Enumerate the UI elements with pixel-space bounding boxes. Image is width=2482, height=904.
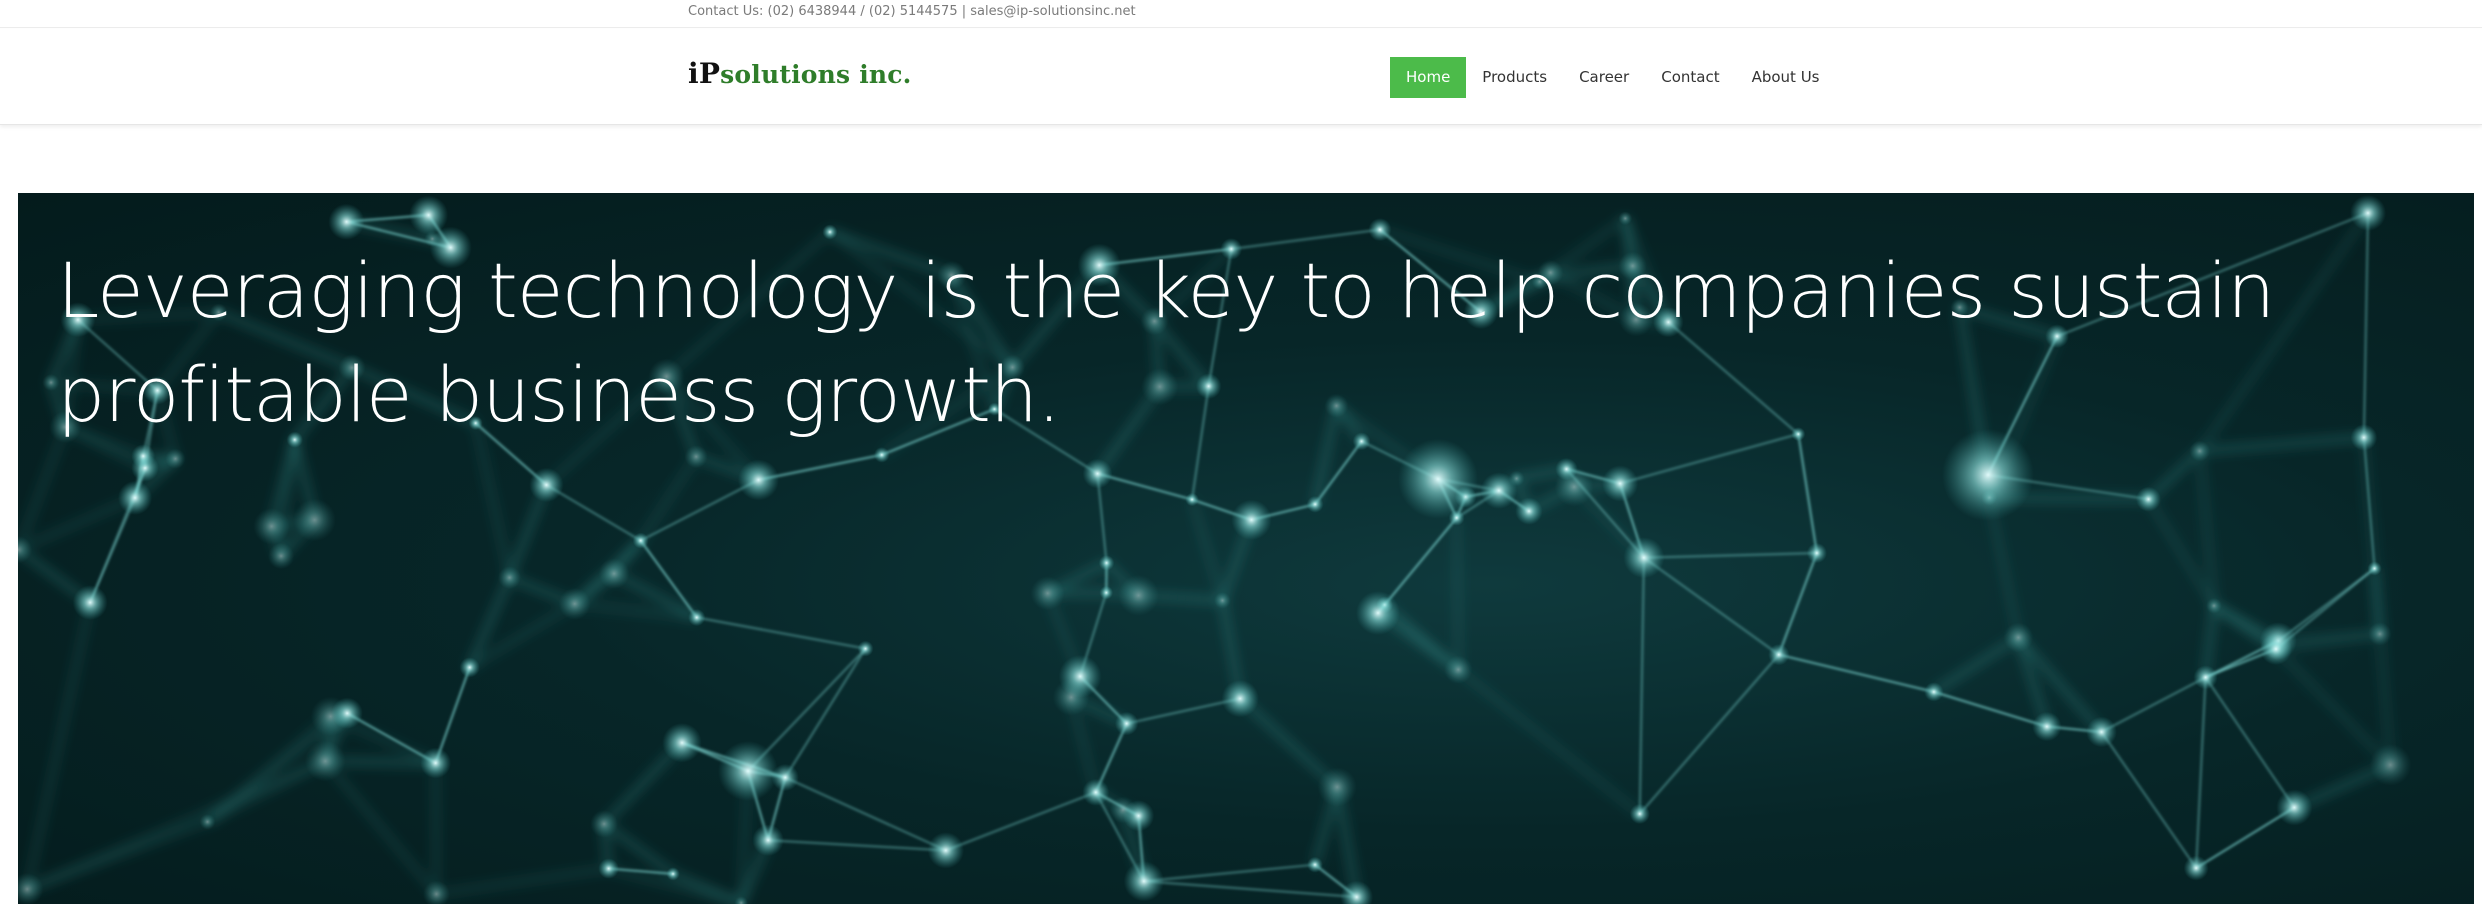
site-header: iPsolutions inc. Home Products Career Co… xyxy=(0,29,2482,125)
nav-about-us[interactable]: About Us xyxy=(1736,57,1836,98)
logo-name: solutions inc. xyxy=(720,60,912,89)
logo-prefix: iP xyxy=(688,57,721,90)
site-logo[interactable]: iPsolutions inc. xyxy=(688,57,912,90)
nav-home[interactable]: Home xyxy=(1390,57,1467,98)
contact-info: Contact Us: (02) 6438944 / (02) 5144575 … xyxy=(688,4,1136,19)
main-nav: Home Products Career Contact About Us xyxy=(1390,57,1836,98)
hero-heading: Leveraging technology is the key to help… xyxy=(57,246,2275,439)
nav-contact[interactable]: Contact xyxy=(1645,57,1735,98)
nav-products[interactable]: Products xyxy=(1466,57,1563,98)
hero-banner: Leveraging technology is the key to help… xyxy=(18,193,2474,904)
nav-career[interactable]: Career xyxy=(1563,57,1645,98)
top-contact-bar: Contact Us: (02) 6438944 / (02) 5144575 … xyxy=(0,0,2482,28)
